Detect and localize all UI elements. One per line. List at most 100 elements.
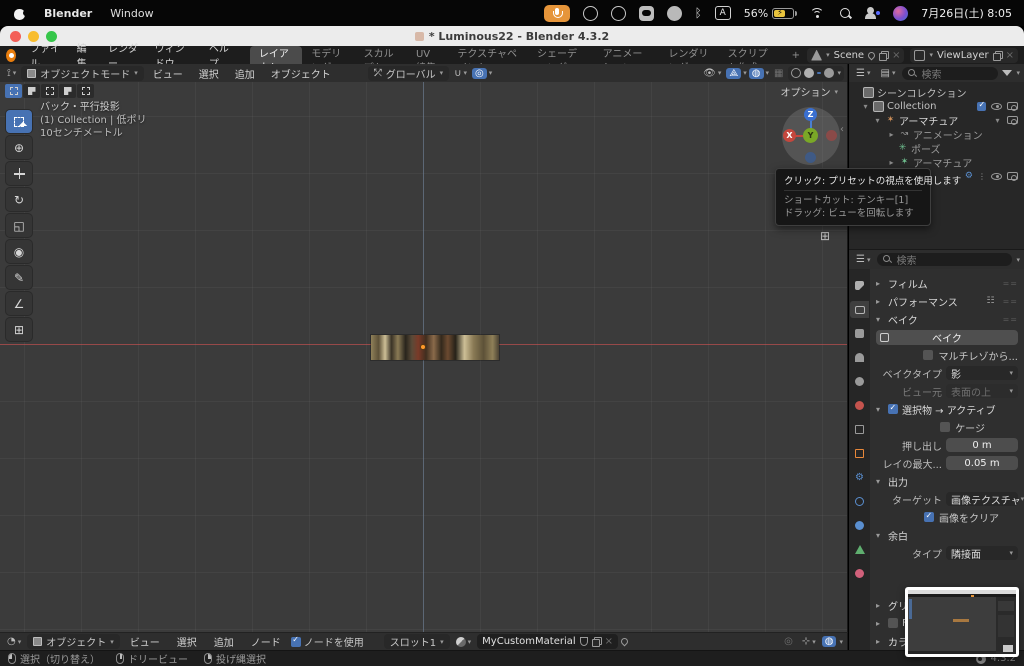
tab-rendering[interactable]: レンダリング bbox=[659, 46, 718, 74]
tab-scene[interactable] bbox=[850, 373, 869, 390]
properties-editor-type-icon[interactable]: ☰ ▾ bbox=[853, 254, 873, 265]
filter-funnel-icon[interactable] bbox=[1002, 70, 1013, 76]
selected-to-active-checkbox[interactable] bbox=[888, 403, 898, 414]
cage-checkbox[interactable] bbox=[940, 422, 951, 432]
lowpoly-model-object[interactable] bbox=[371, 335, 499, 360]
use-nodes-checkbox[interactable] bbox=[290, 635, 301, 647]
select-box-tool[interactable] bbox=[6, 110, 32, 133]
sidebar-toggle-arrow[interactable]: ‹ bbox=[840, 124, 844, 135]
scale-tool[interactable]: ◱ bbox=[6, 214, 32, 237]
select-mode-set-icon[interactable] bbox=[5, 84, 22, 98]
expand-icon[interactable]: ▸ bbox=[887, 130, 896, 139]
new-viewlayer-icon[interactable] bbox=[992, 50, 1003, 61]
options-dropdown[interactable]: オプション ▾ bbox=[780, 84, 838, 100]
tab-data[interactable] bbox=[850, 541, 869, 558]
tab-layout[interactable]: レイアウト bbox=[249, 46, 303, 74]
select-mode-invert-icon[interactable] bbox=[59, 84, 76, 98]
unlink-material-icon[interactable]: × bbox=[605, 636, 613, 647]
shader-menu-add[interactable]: 追加 bbox=[207, 634, 241, 649]
screen-mirroring-icon[interactable] bbox=[865, 6, 881, 20]
tab-constraints[interactable] bbox=[850, 517, 869, 534]
app-menu-window[interactable]: Window bbox=[110, 7, 153, 20]
tab-scripting[interactable]: スクリプト作成 bbox=[719, 46, 785, 74]
select-mode-intersect-icon[interactable] bbox=[77, 84, 94, 98]
tab-object[interactable] bbox=[850, 445, 869, 462]
camera-render-icon[interactable] bbox=[1007, 116, 1018, 125]
view-from-dropdown[interactable]: 表面の上 ▾ bbox=[946, 384, 1018, 399]
annotate-tool[interactable]: ✎ bbox=[6, 266, 32, 289]
tab-world[interactable] bbox=[850, 397, 869, 414]
bake-type-dropdown[interactable]: 影 ▾ bbox=[946, 366, 1018, 381]
margin-type-dropdown[interactable]: 隣接面 ▾ bbox=[946, 546, 1018, 561]
toggle-xray-icon[interactable]: ▦ bbox=[771, 68, 786, 79]
transform-orientation-selector[interactable]: ⤱ グローバル ▾ bbox=[367, 65, 450, 81]
collapse-icon[interactable]: ▾ bbox=[993, 116, 1002, 125]
shader-menu-select[interactable]: 選択 bbox=[170, 634, 204, 649]
outliner-row-collection[interactable]: ▾ Collection bbox=[851, 99, 1022, 113]
shader-proportional-icon[interactable]: ◎ bbox=[781, 636, 796, 647]
spotlight-icon[interactable] bbox=[839, 7, 852, 20]
toggle-perspective-icon[interactable]: ⊞ bbox=[820, 229, 835, 243]
target-dropdown[interactable]: 画像テクスチャ ▾ bbox=[946, 492, 1024, 507]
tab-physics[interactable] bbox=[850, 493, 869, 510]
panel-output[interactable]: ▾ 出力 bbox=[870, 472, 1024, 490]
gizmo-axis-x[interactable]: X bbox=[783, 129, 796, 142]
expand-icon[interactable]: ▾ bbox=[873, 116, 882, 125]
tab-modifiers[interactable]: ⚙ bbox=[850, 469, 869, 486]
shader-snap-icon[interactable]: ⊹ ▾ bbox=[799, 636, 819, 647]
camera-render-icon[interactable] bbox=[1007, 172, 1018, 181]
transform-tool[interactable]: ◉ bbox=[6, 240, 32, 263]
tab-modeling[interactable]: モデリング bbox=[302, 46, 354, 74]
measure-tool[interactable]: ∠ bbox=[6, 292, 32, 315]
freestyle-checkbox[interactable] bbox=[888, 618, 898, 628]
fan-wheel-icon[interactable] bbox=[610, 5, 626, 21]
gizmo-axis-z[interactable]: Z bbox=[804, 108, 817, 121]
viewport-menu-object[interactable]: オブジェクト bbox=[264, 66, 338, 81]
apple-menu-icon[interactable] bbox=[14, 7, 29, 20]
obs-icon[interactable] bbox=[582, 5, 598, 21]
wifi-icon[interactable] bbox=[810, 7, 826, 19]
clear-image-checkbox[interactable] bbox=[924, 511, 934, 522]
scene-selector[interactable]: ▾ Scene × bbox=[807, 47, 905, 63]
panel-bake[interactable]: ▾ ベイク == bbox=[870, 310, 1024, 328]
viewport-3d[interactable]: ⟟ ▾ オブジェクトモード ▾ ビュー 選択 追加 オブジェクト ⤱ グローバル … bbox=[0, 64, 848, 632]
tab-shading[interactable]: シェーディング bbox=[528, 46, 594, 74]
outliner-row-armature[interactable]: ▾ ✶ アーマチュア ▾ bbox=[851, 113, 1022, 128]
new-material-icon[interactable] bbox=[591, 637, 602, 647]
outliner-search-input[interactable]: 検索 bbox=[902, 66, 999, 81]
eye-icon[interactable] bbox=[991, 172, 1002, 180]
object-visibility-icon[interactable]: 👁 ▾ bbox=[700, 68, 724, 79]
tab-uv-editing[interactable]: UV編集 bbox=[407, 46, 448, 74]
material-slot-selector[interactable]: スロット1 ▾ bbox=[383, 634, 450, 649]
expand-icon[interactable]: ▸ bbox=[887, 158, 896, 167]
select-mode-subtract-icon[interactable] bbox=[41, 84, 58, 98]
show-gizmo-icon[interactable]: ⟁ bbox=[726, 67, 742, 79]
tab-material[interactable] bbox=[850, 565, 869, 582]
shader-menu-node[interactable]: ノード bbox=[244, 634, 288, 649]
panel-selected-to-active[interactable]: ▾ 選択物 → アクティブ bbox=[870, 400, 1024, 418]
input-source-icon[interactable]: A bbox=[714, 6, 731, 20]
tab-output[interactable] bbox=[850, 325, 869, 342]
show-overlays-icon[interactable]: ◍ bbox=[748, 67, 764, 79]
app-menu-blender[interactable]: Blender bbox=[44, 7, 92, 20]
collection-checkbox[interactable] bbox=[977, 100, 986, 111]
material-preview-icon[interactable] bbox=[817, 72, 822, 74]
tab-sculpting[interactable]: スカルプト bbox=[355, 46, 407, 74]
add-workspace-button[interactable]: + bbox=[785, 50, 807, 61]
properties-options-icon[interactable]: ▾ bbox=[1016, 256, 1020, 264]
panel-margin[interactable]: ▾ 余白 bbox=[870, 526, 1024, 544]
properties-search-input[interactable]: 検索 bbox=[877, 253, 1013, 267]
tab-animation[interactable]: アニメーション bbox=[594, 46, 660, 74]
outliner-filter-collection-icon[interactable]: ▤ ▾ bbox=[877, 68, 898, 79]
solid-shading-icon[interactable] bbox=[804, 68, 815, 78]
material-browse-icon[interactable]: ▾ bbox=[453, 636, 475, 647]
navigation-gizmo[interactable]: Z X Y bbox=[782, 107, 840, 165]
proportional-edit-icon[interactable]: ◎ bbox=[472, 67, 487, 79]
outliner-display-mode-icon[interactable]: ☰ ▾ bbox=[853, 68, 873, 79]
microphone-status-icon[interactable] bbox=[543, 4, 570, 22]
bake-button[interactable]: ベイク bbox=[876, 329, 1018, 345]
unlink-scene-icon[interactable]: × bbox=[892, 50, 900, 61]
material-name-field[interactable]: MyCustomMaterial × bbox=[477, 634, 619, 649]
gizmo-axis-neg-z[interactable] bbox=[805, 152, 816, 163]
blender-logo-icon[interactable] bbox=[6, 48, 16, 62]
